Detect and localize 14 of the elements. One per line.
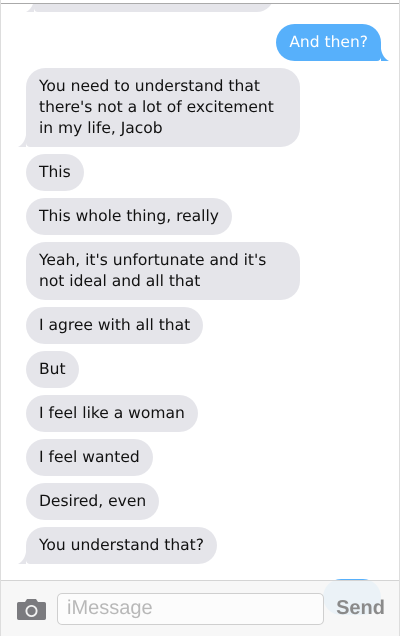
received-message: You understand that? [26, 527, 217, 564]
received-message: You need to understand that there's not a lot of excitement in my life, Jacob [26, 68, 300, 147]
received-message: I feel wanted [26, 439, 153, 476]
received-message: This [26, 154, 84, 191]
message-field[interactable]: iMessage [57, 592, 324, 624]
received-message: I feel like a woman [26, 395, 198, 432]
sent-message: And then? [276, 24, 381, 61]
received-message: Desired, even [26, 483, 160, 520]
send-button[interactable]: Send [334, 597, 385, 620]
received-message: Yeah, it's unfortunate and it's not ideal and all that [26, 242, 300, 300]
received-message: But [26, 351, 79, 388]
received-message: This whole thing, really [26, 198, 232, 235]
received-message: I agree with all that [26, 307, 204, 344]
camera-icon[interactable] [16, 596, 47, 620]
